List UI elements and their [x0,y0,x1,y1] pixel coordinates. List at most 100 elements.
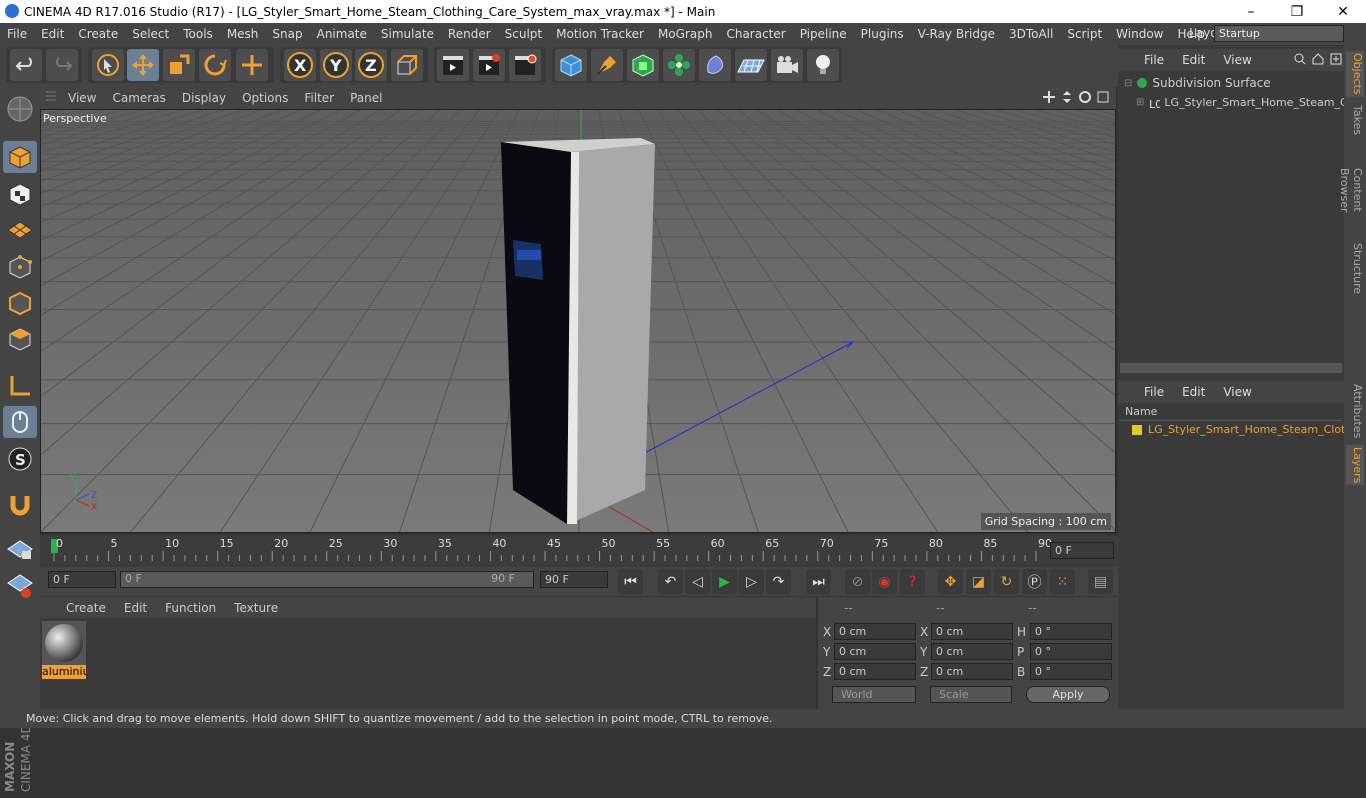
camera-object-button[interactable] [771,49,803,81]
viewport-menu-panel[interactable]: Panel [342,91,390,105]
z-axis-button[interactable]: Z [355,49,387,81]
layers-menu-file[interactable]: File [1118,385,1173,399]
autokey-button[interactable]: ◉ [872,569,897,594]
deformer-button[interactable] [699,49,731,81]
scale-tool-button[interactable] [163,49,195,81]
material-menu-edit[interactable]: Edit [115,601,156,615]
timeline-ruler[interactable]: 0 5 10 15 20 25 30 35 40 45 50 55 60 65 70 75 80 85 90 0 F [40,535,1118,567]
menu-simulate[interactable]: Simulate [374,27,441,41]
pos-x-field[interactable]: 0 cm [834,623,916,640]
tab-attributes[interactable]: Attributes [1346,383,1364,439]
new-view-icon[interactable] [1330,53,1342,65]
menu-vray-bridge[interactable]: V-Ray Bridge [911,27,1002,41]
pan-icon[interactable] [1042,90,1056,104]
coordinate-system-button[interactable] [391,49,423,81]
go-to-end-button[interactable]: ⏭ [806,569,831,594]
viewport-menu-cameras[interactable]: Cameras [104,91,173,105]
array-button[interactable] [663,49,695,81]
y-axis-button[interactable]: Y [320,49,352,81]
render-picture-viewer-button[interactable] [473,49,505,81]
next-key-button[interactable]: ↷ [766,569,791,594]
search-icon[interactable] [1294,53,1306,65]
rot-b-field[interactable]: 0 ° [1030,663,1112,680]
keyframe-selection-button[interactable]: ? [900,569,925,594]
layers-menu-view[interactable]: View [1214,385,1260,399]
key-rotation-button[interactable]: ↻ [994,569,1019,594]
menu-mesh[interactable]: Mesh [220,27,266,41]
points-mode-button[interactable] [3,251,37,283]
menu-3dtoall[interactable]: 3DToAll [1002,27,1060,41]
size-z-field[interactable]: 0 cm [931,663,1013,680]
menu-snap[interactable]: Snap [265,27,309,41]
size-y-field[interactable]: 0 cm [931,643,1013,660]
home-icon[interactable] [1312,53,1324,65]
polygons-mode-button[interactable] [3,323,37,355]
maximize-viewport-icon[interactable] [1096,90,1110,104]
layout-select[interactable]: Startup [1214,25,1344,42]
tab-objects[interactable]: Objects [1346,51,1364,97]
previous-key-button[interactable]: ↶ [658,569,683,594]
world-dropdown[interactable]: World [832,686,916,703]
dolly-icon[interactable] [1060,90,1074,104]
menu-sculpt[interactable]: Sculpt [498,27,549,41]
perspective-viewport[interactable]: Y Z X Perspective Grid Spacing : 100 cm [40,109,1116,533]
render-view-button[interactable] [437,49,469,81]
objects-menu-view[interactable]: View [1214,53,1260,67]
objects-menu-edit[interactable]: Edit [1173,53,1214,67]
key-scale-button[interactable]: ◪ [966,569,991,594]
scale-dropdown[interactable]: Scale [930,686,1012,703]
layer-item-lg-styler[interactable]: LG_Styler_Smart_Home_Steam_Cloth [1132,423,1352,436]
next-frame-button[interactable]: ▷ [739,569,764,594]
menu-motion-tracker[interactable]: Motion Tracker [549,27,651,41]
tab-layers[interactable]: Layers [1346,445,1364,485]
rotate-tool-button[interactable] [199,49,231,81]
viewport-menu-options[interactable]: Options [234,91,296,105]
objects-hscrollbar[interactable] [1120,363,1342,373]
viewport-menu-display[interactable]: Display [174,91,234,105]
planar-workplane-button[interactable] [3,569,37,601]
size-x-field[interactable]: 0 cm [931,623,1013,640]
undo-button[interactable] [10,49,42,81]
redo-button[interactable] [46,49,78,81]
close-button[interactable]: ✕ [1320,0,1366,23]
previous-frame-button[interactable]: ◁ [685,569,710,594]
key-position-button[interactable]: ✥ [938,569,963,594]
go-to-start-button[interactable]: ⏮ [618,569,643,594]
axis-mode-button[interactable] [3,370,37,402]
material-aluminium[interactable]: aluminiu [42,621,86,679]
material-menu-function[interactable]: Function [156,601,225,615]
x-axis-button[interactable]: X [284,49,316,81]
magnet-tool-button[interactable] [3,489,37,521]
objects-menu-file[interactable]: File [1118,53,1173,67]
styler-appliance-model[interactable] [501,138,655,524]
move-tool-button[interactable] [127,49,159,81]
menu-file[interactable]: File [0,27,34,41]
lock-workplane-button[interactable] [3,533,37,565]
key-parameter-button[interactable]: Ⓟ [1022,569,1047,594]
menu-window[interactable]: Window [1109,27,1170,41]
cube-object-button[interactable] [555,49,587,81]
scheme-button[interactable]: ▤ [1088,569,1113,594]
max-time-field[interactable]: 90 F [540,571,608,588]
edges-mode-button[interactable] [3,287,37,319]
orbit-icon[interactable] [1078,90,1092,104]
tab-takes[interactable]: Takes [1346,103,1364,137]
snap-button[interactable]: S [3,443,37,475]
min-time-field[interactable]: 0 F [48,571,116,588]
tree-item-subdivision-surface[interactable]: ⊟ Subdivision Surface [1124,76,1271,90]
menu-render[interactable]: Render [441,27,498,41]
menu-create[interactable]: Create [71,27,125,41]
play-button[interactable]: ▶ [712,569,737,594]
workplane-mode-button[interactable] [3,214,37,246]
menu-mograph[interactable]: MoGraph [651,27,720,41]
menu-plugins[interactable]: Plugins [854,27,911,41]
floor-object-button[interactable] [735,49,767,81]
subdivision-surface-button[interactable] [627,49,659,81]
live-selection-button[interactable] [92,49,124,81]
viewport-menu-filter[interactable]: Filter [296,91,342,105]
menu-character[interactable]: Character [719,27,792,41]
model-mode-button[interactable] [3,141,37,173]
menu-tools[interactable]: Tools [176,27,220,41]
current-frame-field[interactable]: 0 F [1050,542,1114,559]
tree-item-lg-styler[interactable]: ⊞ L0 LG_Styler_Smart_Home_Steam_Clot [1136,96,1362,109]
